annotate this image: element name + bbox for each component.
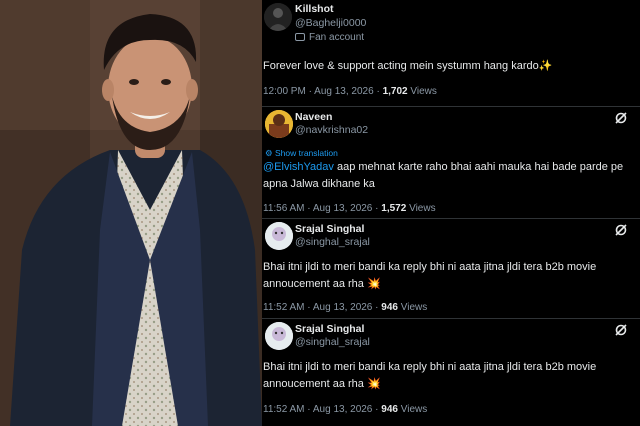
avatar[interactable] bbox=[265, 110, 293, 138]
tweet-date[interactable]: Aug 13, 2026 bbox=[314, 86, 374, 97]
tweet[interactable]: Naveen @navkrishna02 ⚙ Show translation … bbox=[262, 107, 640, 220]
tweet[interactable]: Srajal Singhal @singhal_srajal Bhai itni… bbox=[262, 319, 640, 426]
translate-icon: ⚙ bbox=[265, 148, 273, 158]
views-count: 1,702 bbox=[382, 86, 408, 97]
author-name[interactable]: Killshot bbox=[295, 3, 334, 15]
views-count: 946 bbox=[381, 404, 398, 415]
person-illustration bbox=[0, 0, 262, 426]
avatar[interactable] bbox=[265, 322, 293, 350]
tweet-date[interactable]: Aug 13, 2026 bbox=[313, 203, 373, 214]
fan-account-badge: Fan account bbox=[295, 32, 364, 43]
views-label: Views bbox=[400, 404, 428, 415]
author-name[interactable]: Srajal Singhal bbox=[295, 323, 364, 335]
show-translation-link[interactable]: ⚙ Show translation bbox=[265, 148, 338, 159]
tweet-text: @ElvishYadav aap mehnat karte raho bhai … bbox=[263, 161, 624, 190]
author-handle[interactable]: @singhal_srajal bbox=[295, 336, 370, 348]
tweet-text: Forever love & support acting mein systu… bbox=[263, 60, 553, 72]
tweet-date[interactable]: Aug 13, 2026 bbox=[313, 302, 373, 313]
tweet-meta: 12:00 PM · Aug 13, 2026 · 1,702 Views bbox=[263, 86, 437, 97]
author-handle[interactable]: @Baghelji0000 bbox=[295, 17, 366, 29]
tweet-meta: 11:52 AM · Aug 13, 2026 · 946 Views bbox=[263, 302, 428, 313]
author-name[interactable]: Naveen bbox=[295, 111, 332, 123]
tweet-time[interactable]: 11:56 AM bbox=[263, 203, 305, 214]
tweet[interactable]: Srajal Singhal @singhal_srajal Bhai itni… bbox=[262, 219, 640, 319]
tweet-time[interactable]: 11:52 AM bbox=[263, 302, 305, 313]
profile-photo bbox=[0, 0, 262, 426]
author-handle[interactable]: @navkrishna02 bbox=[295, 124, 368, 136]
avatar[interactable] bbox=[265, 222, 293, 250]
tweet-meta: 11:56 AM · Aug 13, 2026 · 1,572 Views bbox=[263, 203, 436, 214]
views-count: 1,572 bbox=[381, 203, 407, 214]
tweet-time[interactable]: 12:00 PM bbox=[263, 86, 306, 97]
mention-link[interactable]: @ElvishYadav bbox=[263, 161, 334, 173]
tweet-date[interactable]: Aug 13, 2026 bbox=[313, 404, 373, 415]
fan-account-icon bbox=[295, 33, 305, 41]
grok-icon[interactable] bbox=[614, 111, 628, 125]
grok-icon[interactable] bbox=[614, 223, 628, 237]
tweet-text: Bhai itni jldi to meri bandi ka reply bh… bbox=[263, 261, 597, 290]
views-label: Views bbox=[400, 302, 428, 313]
tweet-text: Bhai itni jldi to meri bandi ka reply bh… bbox=[263, 361, 597, 390]
tweet-meta: 11:52 AM · Aug 13, 2026 · 946 Views bbox=[263, 404, 428, 415]
author-handle[interactable]: @singhal_srajal bbox=[295, 236, 370, 248]
views-count: 946 bbox=[381, 302, 398, 313]
avatar[interactable] bbox=[264, 3, 292, 31]
tweet-time[interactable]: 11:52 AM bbox=[263, 404, 305, 415]
reply-feed: Killshot @Baghelji0000 Fan account Forev… bbox=[262, 0, 640, 426]
grok-icon[interactable] bbox=[614, 323, 628, 337]
views-label: Views bbox=[409, 203, 436, 214]
author-name[interactable]: Srajal Singhal bbox=[295, 223, 364, 235]
views-label: Views bbox=[410, 86, 437, 97]
tweet[interactable]: Killshot @Baghelji0000 Fan account Forev… bbox=[262, 0, 640, 106]
